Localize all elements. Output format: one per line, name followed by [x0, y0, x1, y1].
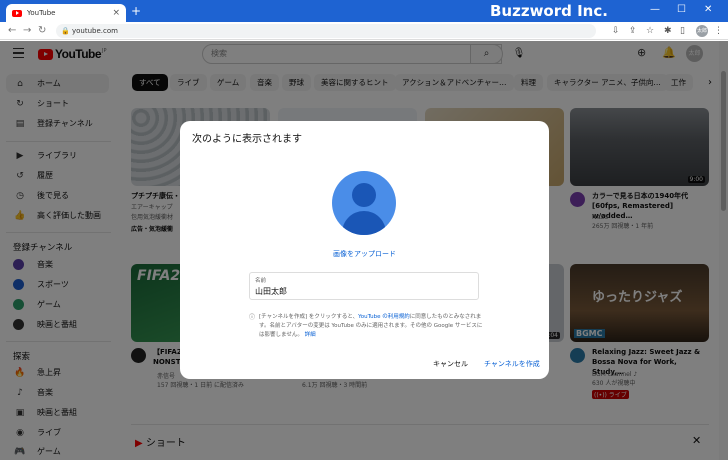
extensions-icon[interactable]: ✱: [664, 22, 672, 40]
cancel-button[interactable]: キャンセル: [433, 359, 468, 369]
browser-tab-bar: YouTube × + Buzzword Inc. — ☐ ✕: [0, 0, 728, 22]
dialog-title: 次のように表示されます: [192, 134, 302, 145]
terms-notice: ⓘ [チャンネルを作成] をクリックすると、YouTube の利用規約に同意した…: [249, 314, 483, 338]
back-icon[interactable]: ←: [8, 22, 16, 40]
install-icon[interactable]: ⇩: [612, 22, 620, 40]
create-channel-button[interactable]: チャンネルを作成: [484, 359, 540, 369]
reload-icon[interactable]: ↻: [38, 22, 46, 40]
tab-close-icon[interactable]: ×: [112, 8, 120, 18]
browser-tab[interactable]: YouTube ×: [6, 4, 126, 22]
profile-avatar-placeholder: [332, 171, 396, 235]
lock-icon: 🔒: [61, 27, 70, 35]
minimize-icon[interactable]: —: [650, 0, 660, 22]
watermark: Buzzword Inc.: [490, 2, 608, 20]
browser-profile-avatar[interactable]: 太郎: [696, 25, 708, 37]
name-field-label: 名前: [255, 278, 267, 284]
sidepanel-icon[interactable]: ▯: [680, 22, 685, 40]
maximize-icon[interactable]: ☐: [677, 0, 686, 22]
new-tab-button[interactable]: +: [131, 3, 141, 19]
browser-menu-icon[interactable]: ⋮: [714, 22, 723, 40]
youtube-favicon-icon: [12, 9, 22, 17]
name-field-value[interactable]: 山田太郎: [255, 286, 287, 297]
terms-of-service-link[interactable]: YouTube の利用規約: [358, 314, 410, 320]
url-field[interactable]: 🔒 youtube.com: [56, 24, 596, 38]
info-icon: ⓘ: [249, 314, 256, 321]
forward-icon[interactable]: →: [23, 22, 31, 40]
person-icon: [352, 183, 376, 207]
tab-title: YouTube: [27, 9, 56, 17]
learn-more-link[interactable]: 詳細: [305, 332, 316, 338]
bookmark-star-icon[interactable]: ☆: [646, 22, 654, 40]
url-text: youtube.com: [72, 27, 118, 35]
create-channel-dialog: 次のように表示されます 画像をアップロード 名前 山田太郎 ⓘ [チャンネルを作…: [180, 121, 549, 379]
share-icon[interactable]: ⇪: [629, 22, 637, 40]
upload-image-link[interactable]: 画像をアップロード: [180, 249, 549, 259]
name-field[interactable]: 名前 山田太郎: [249, 272, 479, 300]
window-close-icon[interactable]: ✕: [704, 0, 712, 22]
address-bar: ← → ↻ 🔒 youtube.com ⇩ ⇪ ☆ ✱ ▯ 太郎 ⋮: [0, 22, 728, 40]
